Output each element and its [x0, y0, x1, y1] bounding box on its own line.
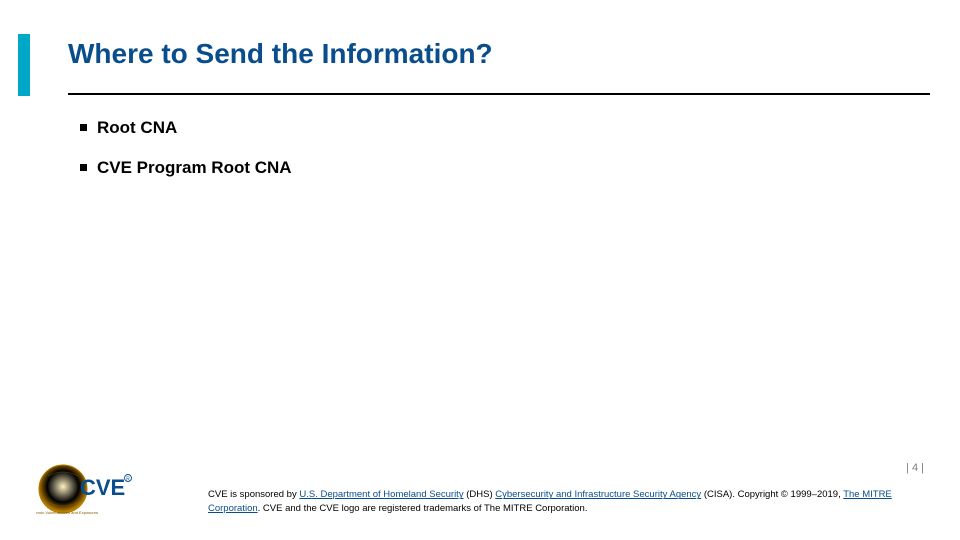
bullet-list: Root CNA CVE Program Root CNA [80, 118, 292, 198]
footer-attribution: CVE is sponsored by U.S. Department of H… [208, 488, 924, 516]
title-accent-bar [18, 34, 30, 96]
cve-logo: CVE R Common Vulnerabilities and Exposur… [36, 462, 134, 516]
bullet-square-icon [80, 124, 87, 131]
bullet-text: CVE Program Root CNA [97, 158, 292, 178]
title-divider [68, 93, 930, 95]
bullet-text: Root CNA [97, 118, 177, 138]
page-number: | 4 | [906, 462, 924, 474]
cve-logo-text: CVE [80, 475, 125, 500]
list-item: CVE Program Root CNA [80, 158, 292, 178]
footer-link-dhs[interactable]: U.S. Department of Homeland Security [299, 489, 463, 500]
svg-text:Common Vulnerabilities and Exp: Common Vulnerabilities and Exposures [36, 510, 98, 515]
footer-text: (DHS) [464, 489, 496, 500]
page-title: Where to Send the Information? [68, 38, 493, 70]
footer-link-cisa[interactable]: Cybersecurity and Infrastructure Securit… [495, 489, 701, 500]
footer-text: . CVE and the CVE logo are registered tr… [258, 503, 588, 514]
bullet-square-icon [80, 164, 87, 171]
svg-text:R: R [126, 477, 130, 483]
list-item: Root CNA [80, 118, 292, 138]
footer-text: CVE is sponsored by [208, 489, 299, 500]
footer-text: (CISA). Copyright © 1999–2019, [701, 489, 843, 500]
